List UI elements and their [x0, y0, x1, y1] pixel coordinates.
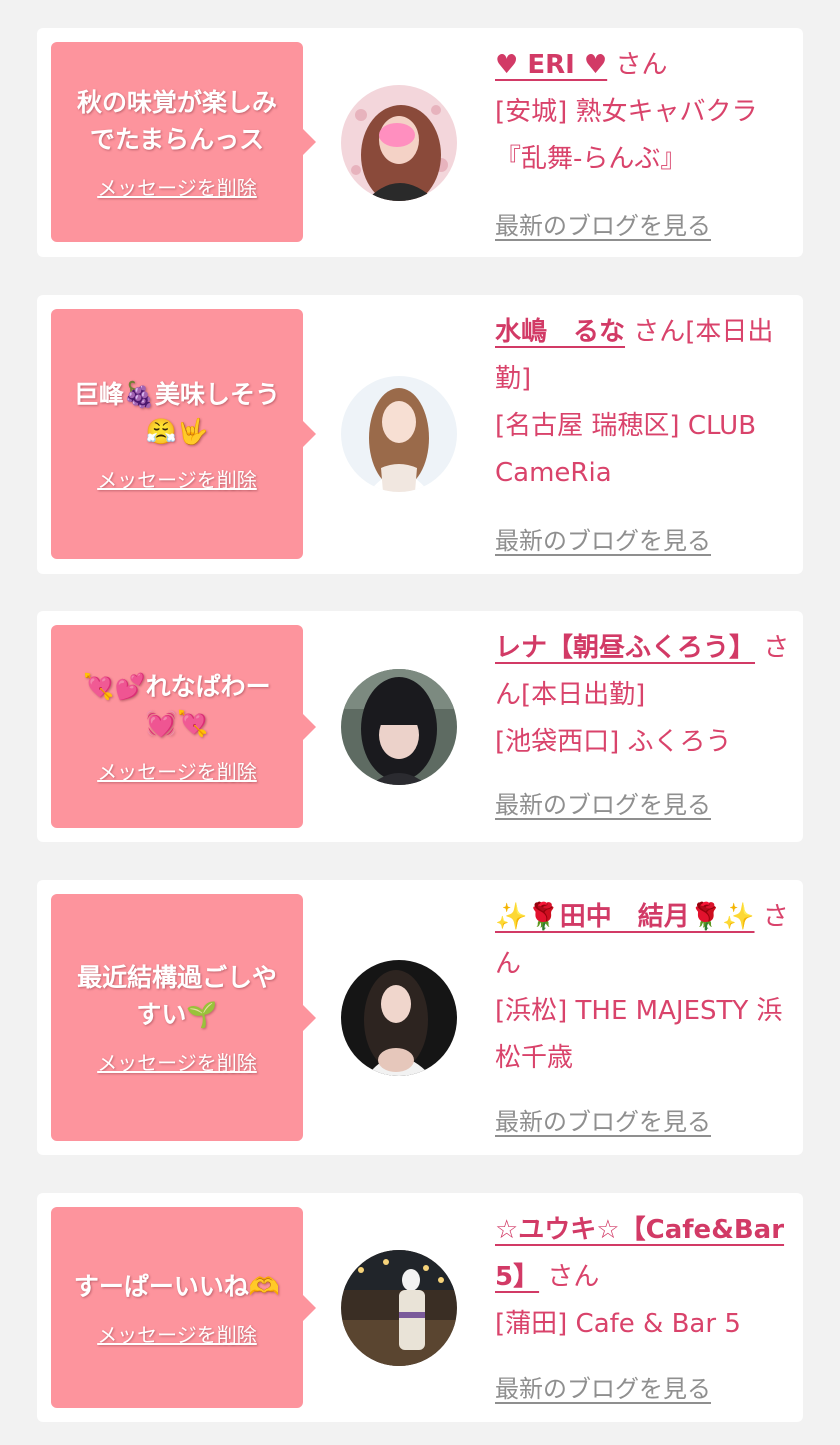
message-bubble: 💘💕れなぱわー 💓💘 メッセージを削除 [51, 625, 316, 828]
delete-message-link[interactable]: メッセージを削除 [97, 464, 257, 493]
latest-blog-link[interactable]: 最新のブログを見る [495, 1102, 711, 1137]
avatar[interactable] [341, 1250, 457, 1366]
message-card: 💘💕れなぱわー 💓💘 メッセージを削除 レナ【朝昼ふくろう】 さん[本日出勤] … [37, 611, 803, 842]
cast-name-link[interactable]: ✨🌹田中 結月🌹✨ [495, 902, 755, 932]
message-bubble: 最近結構過ごしや すい🌱 メッセージを削除 [51, 894, 316, 1141]
cast-suffix: さん [547, 1262, 600, 1292]
shop-name: [池袋西口] ふくろう [495, 727, 732, 757]
message-text: 最近結構過ごしや すい🌱 [77, 963, 277, 1029]
delete-message-link[interactable]: メッセージを削除 [97, 1319, 257, 1348]
shop-name: [名古屋 瑞穂区] CLUB CameRia [495, 411, 757, 488]
cast-info: レナ【朝昼ふくろう】 さん[本日出勤] [池袋西口] ふくろう [495, 625, 795, 766]
message-card: 最近結構過ごしや すい🌱 メッセージを削除 ✨🌹田中 結月🌹✨ さん [浜松] … [37, 880, 803, 1155]
shop-name: [安城] 熟女キャバクラ『乱舞-らんぶ』 [495, 97, 758, 174]
avatar[interactable] [341, 669, 457, 785]
woman-portrait-black-icon [341, 960, 457, 1076]
message-text: 💘💕れなぱわー 💓💘 [83, 672, 271, 738]
avatar[interactable] [341, 376, 457, 492]
message-card: 秋の味覚が楽しみ でたまらんっス メッセージを削除 ♥ ERI ♥ さん [安城… [37, 28, 803, 257]
cast-name-link[interactable]: レナ【朝昼ふくろう】 [495, 633, 755, 663]
message-text: すーぱーいいね🫶 [73, 1271, 281, 1301]
cast-info: ☆ユウキ☆【Cafe&Bar 5】 さん [蒲田] Cafe & Bar 5 [495, 1207, 795, 1348]
delete-message-link[interactable]: メッセージを削除 [97, 172, 257, 201]
cast-suffix: さん [615, 50, 668, 80]
latest-blog-link[interactable]: 最新のブログを見る [495, 521, 711, 556]
latest-blog-link[interactable]: 最新のブログを見る [495, 785, 711, 820]
delete-message-link[interactable]: メッセージを削除 [97, 756, 257, 785]
woman-portrait-dark-icon [341, 669, 457, 785]
avatar[interactable] [341, 85, 457, 201]
cast-name-link[interactable]: ☆ユウキ☆【Cafe&Bar 5】 [495, 1215, 784, 1292]
cast-name-link[interactable]: 水嶋 るな [495, 317, 625, 347]
delete-message-link[interactable]: メッセージを削除 [97, 1047, 257, 1076]
avatar[interactable] [341, 960, 457, 1076]
message-bubble: 巨峰🍇美味しそう 😤🤟 メッセージを削除 [51, 309, 316, 559]
cast-info: 水嶋 るな さん[本日出勤] [名古屋 瑞穂区] CLUB CameRia [495, 309, 795, 497]
woman-portrait-light-icon [341, 376, 457, 492]
message-card: 巨峰🍇美味しそう 😤🤟 メッセージを削除 水嶋 るな さん[本日出勤] [名古屋… [37, 295, 803, 574]
latest-blog-link[interactable]: 最新のブログを見る [495, 1369, 711, 1404]
message-card: すーぱーいいね🫶 メッセージを削除 ☆ユウキ☆【Cafe&Bar 5】 さん [… [37, 1193, 803, 1422]
message-bubble: 秋の味覚が楽しみ でたまらんっス メッセージを削除 [51, 42, 316, 242]
woman-portrait-pink-icon [341, 85, 457, 201]
shop-name: [蒲田] Cafe & Bar 5 [495, 1309, 741, 1339]
shop-name: [浜松] THE MAJESTY 浜松千歳 [495, 996, 783, 1073]
latest-blog-link[interactable]: 最新のブログを見る [495, 206, 711, 241]
cast-name-link[interactable]: ♥ ERI ♥ [495, 50, 607, 80]
message-text: 秋の味覚が楽しみ でたまらんっス [76, 87, 277, 154]
cast-info: ✨🌹田中 結月🌹✨ さん [浜松] THE MAJESTY 浜松千歳 [495, 894, 795, 1082]
woman-kimono-night-icon [341, 1250, 457, 1366]
message-text: 巨峰🍇美味しそう 😤🤟 [73, 379, 281, 446]
message-bubble: すーぱーいいね🫶 メッセージを削除 [51, 1207, 316, 1408]
cast-info: ♥ ERI ♥ さん [安城] 熟女キャバクラ『乱舞-らんぶ』 [495, 42, 795, 183]
